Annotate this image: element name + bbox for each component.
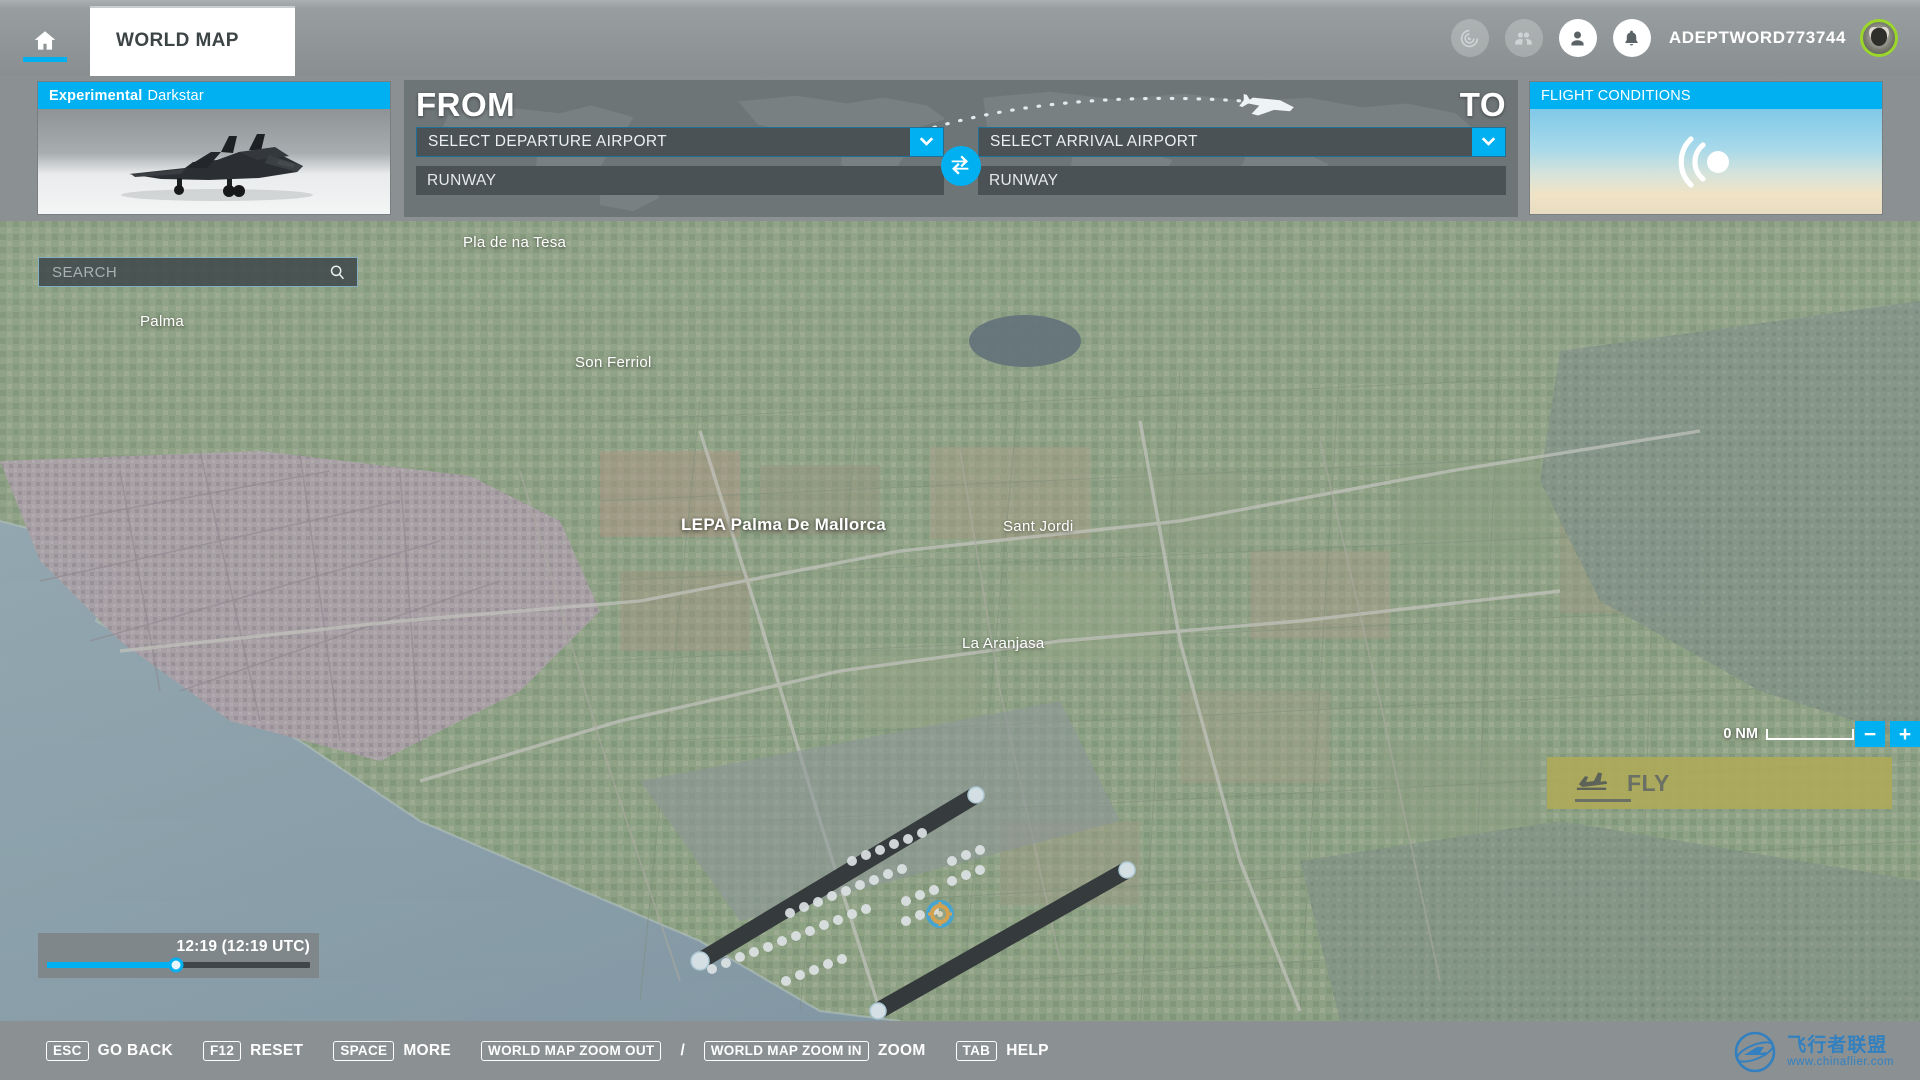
time-slider-handle[interactable] [168, 957, 184, 973]
topbar-sheen [0, 0, 1920, 8]
time-slider-fill [47, 962, 176, 968]
flight-conditions-card[interactable]: FLIGHT CONDITIONS [1530, 82, 1882, 214]
shortcut-separator: / [680, 1041, 685, 1059]
shortcut-reset[interactable]: F12 RESET [202, 1040, 304, 1061]
home-icon [32, 28, 58, 54]
map-scale-bar [1766, 728, 1854, 740]
shortcut-zoom[interactable]: WORLD MAP ZOOM OUT / WORLD MAP ZOOM IN Z… [481, 1040, 926, 1061]
world-map-view[interactable]: Pla de na Tesa Palma Son Ferriol LEPA Pa… [0, 221, 1920, 1021]
to-section: TO SELECT ARRIVAL AIRPORT RUNWAY [956, 80, 1518, 217]
tab-world-map-label: WORLD MAP [116, 30, 239, 51]
arrival-airport-select[interactable]: SELECT ARRIVAL AIRPORT [978, 127, 1506, 157]
search-icon[interactable] [329, 264, 346, 286]
world-map-screen: WORLD MAP ADEPTWORD773744 Experimental D… [0, 0, 1920, 1080]
darkstar-jet-icon [121, 133, 313, 201]
map-zoom-controls: − + [1855, 721, 1920, 747]
shortcut-label-more: MORE [403, 1041, 452, 1059]
swap-arrows-icon[interactable] [941, 146, 981, 186]
map-zoom-in-button[interactable]: + [1890, 721, 1920, 747]
watermark-title: 飞行者联盟 [1787, 1035, 1888, 1056]
shortcut-more[interactable]: SPACE MORE [333, 1040, 452, 1061]
profile-icon[interactable] [1558, 19, 1597, 57]
aircraft-selection-card[interactable]: Experimental Darkstar [38, 82, 390, 214]
shortcut-label-reset: RESET [250, 1041, 304, 1059]
departure-airport-value: SELECT DEPARTURE AIRPORT [428, 133, 667, 150]
departure-runway-field[interactable]: RUNWAY [416, 166, 944, 195]
route-selection-panel: FROM SELECT DEPARTURE AIRPORT RUNWAY TO [404, 80, 1518, 217]
radar-icon[interactable] [1450, 19, 1489, 57]
from-label: FROM [416, 86, 516, 123]
flight-conditions-header: FLIGHT CONDITIONS [1530, 82, 1882, 109]
arrival-runway-value: RUNWAY [989, 171, 1059, 189]
watermark-url: www.chinaflier.com [1787, 1055, 1894, 1068]
from-section: FROM SELECT DEPARTURE AIRPORT RUNWAY [404, 80, 956, 217]
shortcut-label-zoom: ZOOM [877, 1041, 926, 1059]
flight-planner-strip: Experimental Darkstar FROM SELECT DEPART… [0, 76, 1920, 221]
search-input[interactable]: SEARCH [38, 257, 358, 287]
home-button[interactable] [0, 0, 90, 76]
shortcut-help[interactable]: TAB HELP [955, 1040, 1049, 1061]
aircraft-title-bold: Experimental [49, 87, 143, 104]
watermark-logo-icon [1734, 1031, 1776, 1073]
aircraft-title-rest: Darkstar [147, 87, 204, 104]
search-placeholder: SEARCH [52, 263, 118, 281]
key-esc: ESC [46, 1040, 89, 1061]
aircraft-thumbnail [38, 109, 390, 214]
avatar[interactable] [1860, 19, 1898, 57]
notifications-bell-icon[interactable] [1612, 19, 1651, 57]
topbar-icon-group [1450, 0, 1669, 76]
to-label: TO [1459, 86, 1506, 123]
key-world-map-zoom-in: WORLD MAP ZOOM IN [703, 1040, 869, 1061]
time-of-day-slider[interactable]: 12:19 (12:19 UTC) [38, 933, 319, 978]
arrival-runway-field[interactable]: RUNWAY [978, 166, 1506, 195]
site-watermark: 飞行者联盟 www.chinaflier.com [1733, 1030, 1894, 1074]
aircraft-card-header: Experimental Darkstar [38, 82, 390, 109]
takeoff-plane-icon [1575, 769, 1609, 798]
friends-icon[interactable] [1504, 19, 1543, 57]
key-world-map-zoom-out: WORLD MAP ZOOM OUT [481, 1040, 662, 1061]
shortcut-go-back[interactable]: ESC GO BACK [46, 1040, 173, 1061]
map-scale-label: 0 NM [1723, 726, 1758, 742]
live-weather-icon [1678, 135, 1729, 188]
shortcut-label-go-back: GO BACK [97, 1041, 173, 1059]
map-satellite-imagery [0, 221, 1920, 1021]
flight-conditions-title: FLIGHT CONDITIONS [1541, 87, 1691, 104]
departure-runway-value: RUNWAY [427, 171, 497, 189]
map-zoom-out-button[interactable]: − [1855, 721, 1885, 747]
username-label: ADEPTWORD773744 [1668, 28, 1846, 47]
top-navigation-bar: WORLD MAP ADEPTWORD773744 [0, 0, 1920, 76]
time-slider-track[interactable] [47, 957, 310, 973]
departure-airport-select[interactable]: SELECT DEPARTURE AIRPORT [416, 127, 944, 157]
user-account-block[interactable]: ADEPTWORD773744 [1669, 0, 1920, 76]
fly-button-underline [1575, 799, 1631, 802]
map-scale-indicator: 0 NM [1723, 726, 1854, 742]
key-tab: TAB [955, 1040, 998, 1061]
chevron-down-icon[interactable] [910, 128, 943, 156]
keyboard-shortcuts-bar: ESC GO BACK F12 RESET SPACE MORE WORLD M… [0, 1021, 1920, 1080]
flight-conditions-thumbnail [1530, 109, 1882, 214]
fly-button-label: FLY [1627, 769, 1670, 796]
key-space: SPACE [333, 1040, 395, 1061]
time-display-label: 12:19 (12:19 UTC) [176, 938, 310, 955]
key-f12: F12 [202, 1040, 242, 1061]
tab-world-map[interactable]: WORLD MAP [90, 6, 295, 76]
fly-button[interactable]: FLY [1547, 757, 1892, 809]
arrival-airport-value: SELECT ARRIVAL AIRPORT [990, 133, 1198, 150]
chevron-down-icon[interactable] [1472, 128, 1505, 156]
home-active-underline [23, 57, 67, 62]
shortcut-label-help: HELP [1006, 1041, 1049, 1059]
